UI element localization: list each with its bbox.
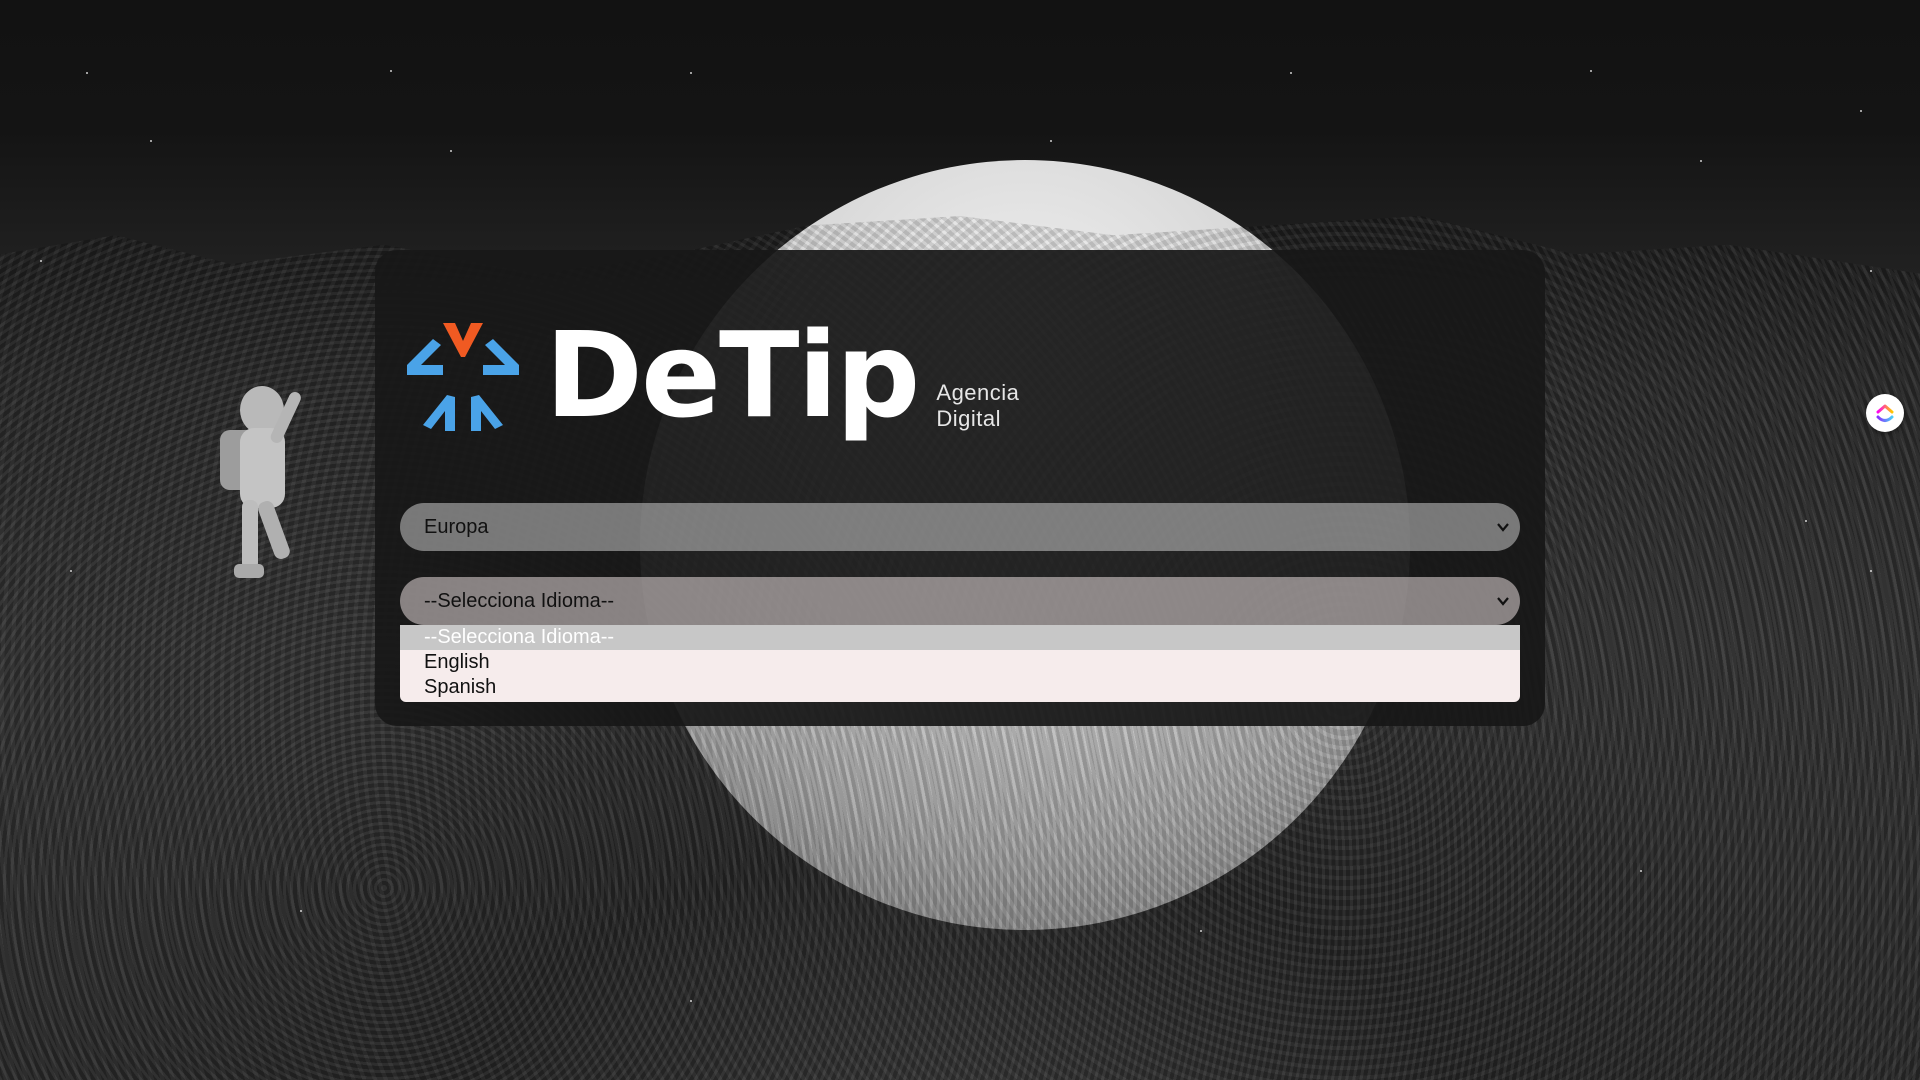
language-select-value: --Selecciona Idioma-- <box>424 589 615 612</box>
region-select-value: Europa <box>424 515 489 538</box>
chevron-down-icon <box>1497 523 1509 532</box>
chevron-down-icon <box>1497 597 1509 606</box>
brand-subtitle-line2: Digital <box>936 406 1002 431</box>
region-select[interactable]: Europa <box>400 503 1520 551</box>
language-option-english[interactable]: English <box>400 650 1520 675</box>
brand-subtitle: Agencia Digital <box>936 380 1019 432</box>
language-option-spanish[interactable]: Spanish <box>400 675 1520 700</box>
brand-name: DeTip <box>545 306 920 444</box>
clickup-widget-button[interactable] <box>1866 394 1904 432</box>
region-language-card: DeTip Agencia Digital Europa --Seleccion… <box>375 250 1545 726</box>
detip-logo-icon <box>407 323 519 431</box>
clickup-icon <box>1876 404 1894 422</box>
brand-logo: DeTip Agencia Digital <box>403 310 1019 440</box>
brand-subtitle-line1: Agencia <box>936 380 1020 405</box>
astronaut-figure <box>220 386 301 578</box>
language-dropdown-list: --Selecciona Idioma-- English Spanish <box>400 625 1520 702</box>
language-select[interactable]: --Selecciona Idioma-- <box>400 577 1520 625</box>
language-option-placeholder[interactable]: --Selecciona Idioma-- <box>400 625 1520 650</box>
